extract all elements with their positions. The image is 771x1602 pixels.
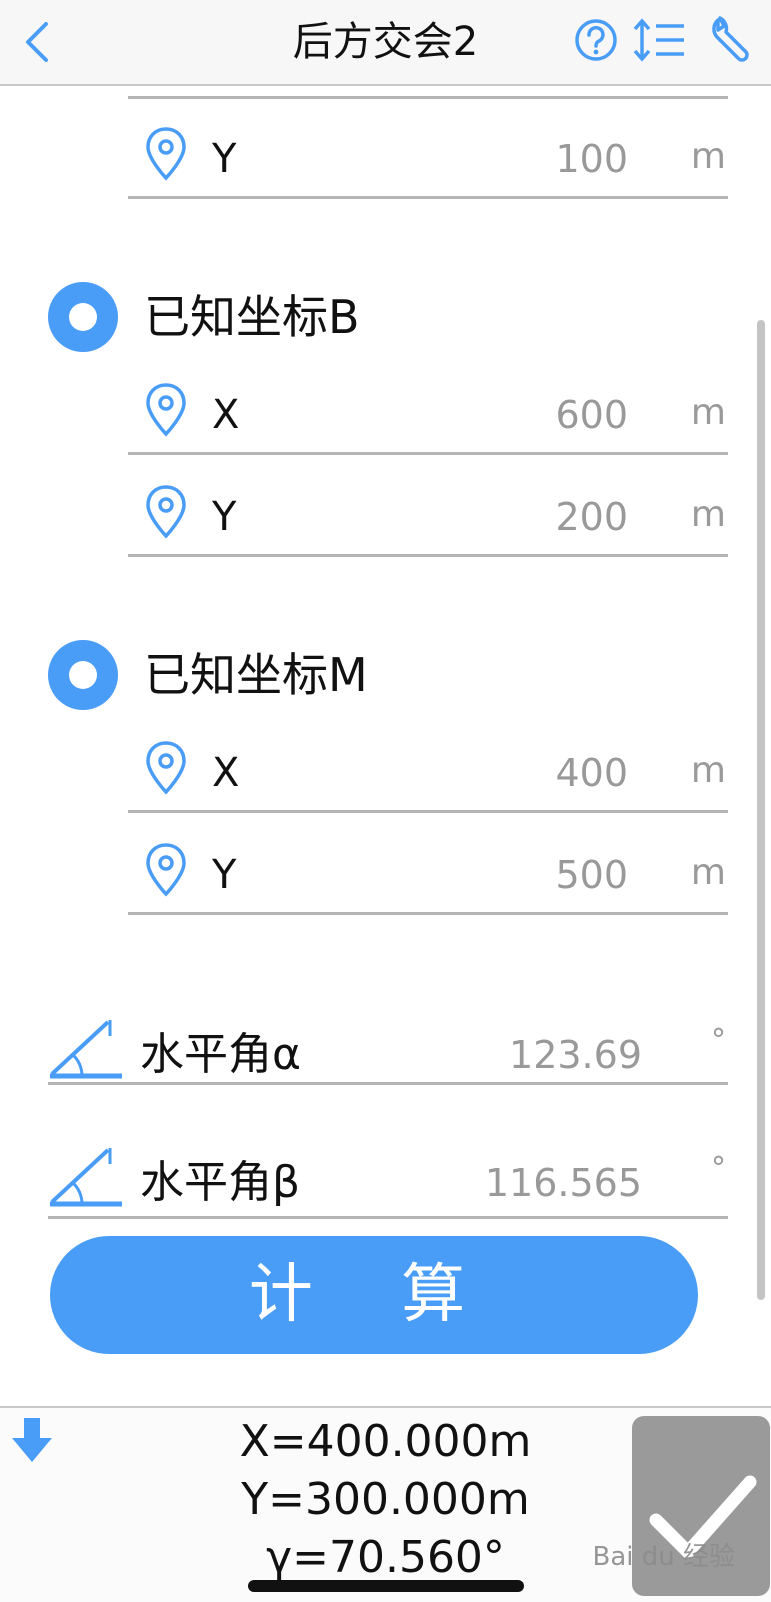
home-indicator[interactable] — [248, 1580, 524, 1592]
point-b-y-row[interactable]: Y 200 m — [130, 454, 728, 556]
row-divider — [128, 554, 728, 557]
location-pin-icon — [146, 127, 186, 181]
point-m-y-row[interactable]: Y 500 m — [130, 812, 728, 914]
angle-icon — [50, 1148, 122, 1207]
point-a-y-row[interactable]: Y 100 m — [130, 96, 728, 198]
form-scroll-area[interactable]: Y 100 m 已知坐标B X 600 m Y 200 m 已知坐标M X 40… — [0, 86, 771, 1404]
y-input[interactable]: 500 — [555, 850, 628, 900]
unit-label: m — [690, 136, 726, 177]
row-divider — [48, 1082, 728, 1085]
angle-icon — [50, 1020, 122, 1079]
location-pin-icon — [146, 741, 186, 795]
nav-bar: 后方交会2 — [0, 0, 771, 86]
location-pin-icon — [146, 485, 186, 539]
location-pin-icon — [146, 843, 186, 897]
point-m-radio[interactable] — [48, 640, 118, 710]
field-label: Y — [212, 852, 237, 898]
field-label: X — [212, 392, 240, 438]
row-divider — [128, 912, 728, 915]
x-input[interactable]: 400 — [555, 748, 628, 798]
location-pin-icon — [146, 383, 186, 437]
sort-lines-icon[interactable] — [632, 10, 688, 70]
angle-label: 水平角α — [140, 1029, 302, 1080]
row-divider — [128, 196, 728, 199]
unit-label: m — [690, 494, 726, 535]
y-input[interactable]: 100 — [555, 134, 628, 184]
point-b-radio[interactable] — [48, 282, 118, 352]
field-label: X — [212, 750, 240, 796]
unit-label: m — [690, 392, 726, 433]
angle-input[interactable]: 116.565 — [485, 1154, 642, 1212]
unit-label: m — [690, 750, 726, 791]
help-icon[interactable] — [568, 10, 624, 70]
point-m-title: 已知坐标M — [144, 648, 368, 702]
unit-label: ° — [711, 1023, 726, 1058]
point-b-title: 已知坐标B — [144, 290, 360, 344]
unit-label: ° — [711, 1151, 726, 1186]
point-m-section: 已知坐标M — [48, 640, 648, 710]
point-m-x-row[interactable]: X 400 m — [130, 710, 728, 812]
unit-label: m — [690, 852, 726, 893]
x-input[interactable]: 600 — [555, 390, 628, 440]
calculate-button[interactable]: 计 算 — [50, 1236, 698, 1354]
scrollbar[interactable] — [757, 320, 765, 1300]
watermark: Bai du 经验 — [592, 1542, 735, 1572]
point-b-section: 已知坐标B — [48, 282, 648, 352]
y-input[interactable]: 200 — [555, 492, 628, 542]
angle-beta-row[interactable]: 水平角β 116.565 ° — [48, 1144, 728, 1244]
angle-label: 水平角β — [140, 1157, 301, 1208]
angle-input[interactable]: 123.69 — [509, 1026, 642, 1084]
field-label: Y — [212, 494, 237, 540]
angle-alpha-row[interactable]: 水平角α 123.69 ° — [48, 1016, 728, 1116]
field-label: Y — [212, 136, 237, 182]
wrench-icon[interactable] — [704, 10, 760, 70]
point-b-x-row[interactable]: X 600 m — [130, 352, 728, 454]
row-divider — [48, 1216, 728, 1219]
